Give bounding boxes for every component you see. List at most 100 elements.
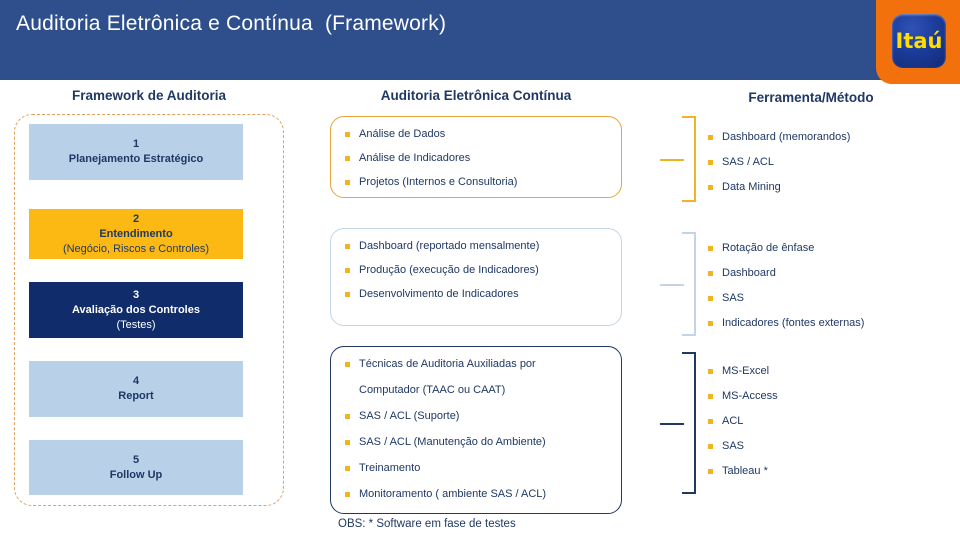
bracket-bottom-stub — [682, 492, 696, 494]
square-bullet-icon — [345, 362, 350, 367]
list-item-label: Indicadores (fontes externas) — [722, 317, 865, 329]
list-item-label: SAS — [722, 440, 745, 452]
list-item: Dashboard (reportado mensalmente) — [345, 239, 621, 254]
list-item: Data Mining — [708, 180, 956, 195]
list-item: Técnicas de Auditoria Auxiliadas por — [345, 357, 621, 372]
activity-panel-1: Análise de Dados Análise de Indicadores … — [330, 116, 622, 198]
square-bullet-icon — [708, 160, 713, 165]
square-bullet-icon — [345, 292, 350, 297]
list-item-label: Dashboard — [722, 267, 776, 279]
square-bullet-icon — [708, 444, 713, 449]
list-item-label: Produção (execução de Indicadores) — [359, 264, 539, 276]
itau-logo-tile: Itaú — [892, 14, 946, 68]
tool-list-2: Rotação de ênfase Dashboard SAS Indicado… — [708, 241, 956, 341]
stage-number: 5 — [132, 453, 140, 466]
bracket-bottom-stub — [682, 200, 696, 202]
list-item-label: Tableau * — [722, 465, 768, 477]
list-item: Análise de Dados — [345, 127, 621, 142]
bracket-connector-2 — [660, 232, 698, 336]
stage-box-3[interactable]: 3 Avaliação dos Controles (Testes) — [29, 282, 243, 338]
list-item-label: Projetos (Internos e Consultoria) — [359, 176, 518, 188]
stage-sublabel: (Testes) — [116, 318, 156, 331]
list-item: Produção (execução de Indicadores) — [345, 263, 621, 278]
tool-list-3: MS-Excel MS-Access ACL SAS Tableau * — [708, 364, 956, 489]
list-item: Treinamento — [345, 461, 621, 476]
stage-number: 1 — [132, 138, 140, 150]
list-item-label: MS-Excel — [722, 365, 770, 377]
stage-box-1[interactable]: 1 Planejamento Estratégico — [29, 124, 243, 180]
list-item-label: Dashboard (reportado mensalmente) — [359, 240, 540, 252]
list-item: MS-Excel — [708, 364, 956, 379]
list-item-label: Monitoramento ( ambiente SAS / ACL) — [359, 488, 547, 500]
list-item: Desenvolvimento de Indicadores — [345, 287, 621, 302]
list-item: SAS / ACL (Suporte) — [345, 409, 621, 424]
list-item-label: MS-Access — [722, 390, 778, 402]
stage-box-4[interactable]: 4 Report — [29, 361, 243, 417]
list-item: Projetos (Internos e Consultoria) — [345, 175, 621, 190]
bracket-vertical-line — [694, 352, 696, 494]
list-item-label: Data Mining — [722, 181, 781, 193]
list-item-label: Dashboard (memorandos) — [722, 131, 851, 143]
list-item-label: SAS / ACL (Manutenção do Ambiente) — [359, 436, 546, 448]
list-item-label: Desenvolvimento de Indicadores — [359, 288, 519, 300]
list-item-continuation: Computador (TAAC ou CAAT) — [345, 383, 621, 398]
list-item: SAS — [708, 439, 956, 454]
list-item: SAS / ACL (Manutenção do Ambiente) — [345, 435, 621, 450]
list-item: Rotação de ênfase — [708, 241, 956, 256]
square-bullet-icon — [345, 132, 350, 137]
brand-logo-block: Itaú — [876, 0, 960, 84]
stage-sublabel: (Negócio, Riscos e Controles) — [62, 242, 210, 255]
bracket-middle-stub — [660, 284, 684, 286]
stage-number: 4 — [132, 375, 140, 387]
square-bullet-icon — [345, 268, 350, 273]
square-bullet-icon — [345, 440, 350, 445]
square-bullet-icon — [708, 394, 713, 399]
stage-box-2[interactable]: 2 Entendimento (Negócio, Riscos e Contro… — [29, 209, 243, 259]
stage-number: 3 — [132, 288, 140, 301]
list-item: Tableau * — [708, 464, 956, 479]
square-bullet-icon — [345, 414, 350, 419]
list-item: Dashboard (memorandos) — [708, 130, 956, 145]
list-item-label: Rotação de ênfase — [722, 242, 815, 254]
stage-label: Follow Up — [109, 468, 163, 481]
square-bullet-icon — [345, 156, 350, 161]
stage-label: Entendimento — [99, 227, 173, 240]
list-item-label: SAS / ACL — [722, 156, 774, 168]
square-bullet-icon — [708, 469, 713, 474]
square-bullet-icon — [345, 492, 350, 497]
list-item: Monitoramento ( ambiente SAS / ACL) — [345, 487, 621, 502]
square-bullet-icon — [708, 369, 713, 374]
stage-label: Report — [118, 390, 154, 402]
square-bullet-icon — [708, 271, 713, 276]
stage-number: 2 — [132, 212, 140, 225]
square-bullet-icon — [708, 296, 713, 301]
bracket-connector-1 — [660, 116, 698, 202]
activity-panel-3: Técnicas de Auditoria Auxiliadas por Com… — [330, 346, 622, 514]
page-title: Auditoria Eletrônica e Contínua (Framewo… — [16, 12, 447, 35]
list-item-label: Treinamento — [359, 462, 421, 474]
square-bullet-icon — [345, 244, 350, 249]
list-item: SAS / ACL — [708, 155, 956, 170]
column-heading-auditoria: Auditoria Eletrônica Contínua — [380, 88, 572, 103]
column-heading-framework: Framework de Auditoria — [71, 88, 227, 103]
list-item-label: Técnicas de Auditoria Auxiliadas por — [359, 358, 536, 370]
bracket-connector-3 — [660, 352, 698, 494]
list-item-label: SAS / ACL (Suporte) — [359, 410, 460, 422]
list-item-label: Análise de Dados — [359, 128, 446, 140]
tool-list-1: Dashboard (memorandos) SAS / ACL Data Mi… — [708, 130, 956, 205]
list-item: Indicadores (fontes externas) — [708, 316, 956, 331]
square-bullet-icon — [708, 419, 713, 424]
bracket-middle-stub — [660, 423, 684, 425]
list-item: MS-Access — [708, 389, 956, 404]
square-bullet-icon — [708, 185, 713, 190]
itau-logo-text: Itaú — [895, 29, 943, 53]
square-bullet-icon — [708, 246, 713, 251]
observation-note: OBS: * Software em fase de testes — [338, 518, 516, 530]
square-bullet-icon — [708, 135, 713, 140]
list-item-label: Computador (TAAC ou CAAT) — [359, 384, 506, 396]
stage-label: Avaliação dos Controles — [72, 303, 200, 316]
square-bullet-icon — [345, 466, 350, 471]
list-item: ACL — [708, 414, 956, 429]
stage-box-5[interactable]: 5 Follow Up — [29, 440, 243, 495]
square-bullet-icon-placeholder — [345, 388, 350, 393]
